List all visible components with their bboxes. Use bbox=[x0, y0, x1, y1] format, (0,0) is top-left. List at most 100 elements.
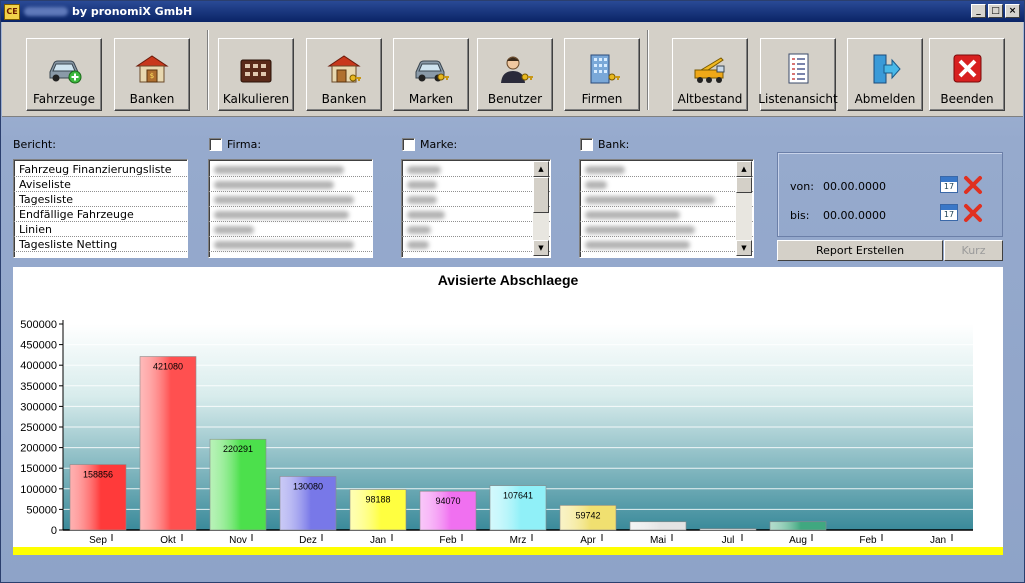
x-tick-label: Apr bbox=[580, 535, 596, 546]
user-key-icon bbox=[501, 56, 533, 83]
list-item[interactable] bbox=[402, 162, 550, 177]
scroll-up-button[interactable]: ▲ bbox=[736, 161, 752, 177]
firma-checkbox[interactable] bbox=[209, 138, 222, 151]
firma-label: Firma: bbox=[227, 138, 262, 151]
list-item[interactable]: Linien bbox=[14, 222, 187, 237]
list-item[interactable]: Tagesliste Netting bbox=[14, 237, 187, 252]
calendar-icon[interactable]: 17 bbox=[940, 176, 958, 193]
list-item[interactable] bbox=[209, 162, 372, 177]
x-tick-label: Jul bbox=[722, 535, 735, 546]
list-item[interactable] bbox=[580, 192, 753, 207]
list-item[interactable] bbox=[402, 177, 550, 192]
marke-list[interactable]: ▲ ▼ bbox=[401, 159, 551, 258]
bericht-list[interactable]: Fahrzeug Finanzierungsliste Aviseliste T… bbox=[13, 159, 188, 258]
firmen-button[interactable]: Firmen bbox=[564, 38, 640, 111]
report-erstellen-button[interactable]: Report Erstellen bbox=[777, 240, 943, 261]
list-item[interactable] bbox=[209, 207, 372, 222]
list-item[interactable]: Fahrzeug Finanzierungsliste bbox=[14, 162, 187, 177]
redacted-text bbox=[585, 181, 607, 189]
data-label: 421080 bbox=[153, 362, 183, 372]
list-item[interactable] bbox=[580, 162, 753, 177]
redacted-text bbox=[214, 211, 349, 219]
von-value: 00.00.0000 bbox=[823, 180, 886, 193]
y-tick-label: 500000 bbox=[20, 319, 57, 331]
banken-button[interactable]: $ Banken bbox=[114, 38, 190, 111]
title-bar[interactable]: CE by pronomiX GmbH _ □ × bbox=[1, 1, 1024, 22]
list-document-icon bbox=[788, 53, 809, 84]
listenansicht-button[interactable]: Listenansicht bbox=[758, 38, 838, 111]
redacted-text bbox=[214, 181, 334, 189]
logout-arrow-icon bbox=[873, 54, 901, 84]
redacted-text bbox=[585, 166, 625, 174]
clear-bis-icon[interactable] bbox=[963, 203, 983, 223]
abmelden-button[interactable]: Abmelden bbox=[847, 38, 923, 111]
kalkulieren-label: Kalkulieren bbox=[222, 92, 290, 106]
calendar-icon[interactable]: 17 bbox=[940, 204, 958, 221]
fahrzeuge-label: Fahrzeuge bbox=[33, 92, 95, 106]
list-item[interactable]: Endfällige Fahrzeuge bbox=[14, 207, 187, 222]
bank-scrollbar[interactable]: ▲ ▼ bbox=[736, 161, 752, 256]
data-label: 98188 bbox=[365, 495, 390, 505]
scroll-up-button[interactable]: ▲ bbox=[533, 161, 549, 177]
list-item[interactable] bbox=[209, 192, 372, 207]
x-tick-label: Mai bbox=[650, 535, 666, 546]
crane-truck-icon bbox=[694, 57, 725, 83]
abmelden-label: Abmelden bbox=[854, 92, 916, 106]
y-tick-label: 300000 bbox=[20, 401, 57, 413]
x-tick-label: Mrz bbox=[510, 535, 527, 546]
x-tick-label: Feb bbox=[859, 535, 877, 546]
bank-checkbox[interactable] bbox=[580, 138, 593, 151]
x-tick-label: Aug bbox=[789, 535, 807, 546]
marken-button[interactable]: Marken bbox=[393, 38, 469, 111]
marke-scrollbar[interactable]: ▲ ▼ bbox=[533, 161, 549, 256]
scroll-thumb[interactable] bbox=[736, 177, 752, 193]
data-label: 158856 bbox=[83, 470, 113, 480]
altbestand-button[interactable]: Altbestand bbox=[672, 38, 748, 111]
benutzer-button[interactable]: Benutzer bbox=[477, 38, 553, 111]
banken-verwalten-label: Banken bbox=[321, 92, 367, 106]
list-item[interactable] bbox=[402, 207, 550, 222]
list-item[interactable]: Tagesliste bbox=[14, 192, 187, 207]
listenansicht-label: Listenansicht bbox=[758, 92, 838, 106]
list-item[interactable] bbox=[209, 237, 372, 252]
data-label: 94070 bbox=[435, 496, 460, 506]
marken-label: Marken bbox=[408, 92, 454, 106]
minimize-button[interactable]: _ bbox=[971, 4, 986, 18]
y-tick-label: 50000 bbox=[26, 504, 57, 516]
svg-text:$: $ bbox=[150, 72, 154, 80]
firma-list[interactable] bbox=[208, 159, 373, 258]
list-item[interactable] bbox=[580, 222, 753, 237]
redacted-text bbox=[214, 166, 344, 174]
marke-checkbox[interactable] bbox=[402, 138, 415, 151]
beenden-label: Beenden bbox=[940, 92, 994, 106]
clear-von-icon[interactable] bbox=[963, 175, 983, 195]
bis-value: 00.00.0000 bbox=[823, 209, 886, 222]
fahrzeuge-button[interactable]: Fahrzeuge bbox=[26, 38, 102, 111]
bank-icon: $ bbox=[135, 55, 169, 83]
maximize-button[interactable]: □ bbox=[988, 4, 1003, 18]
y-tick-label: 250000 bbox=[20, 422, 57, 434]
list-item[interactable]: Aviseliste bbox=[14, 177, 187, 192]
scroll-down-button[interactable]: ▼ bbox=[736, 240, 752, 256]
list-item[interactable] bbox=[402, 192, 550, 207]
scroll-thumb[interactable] bbox=[533, 177, 549, 213]
list-item[interactable] bbox=[209, 177, 372, 192]
list-item[interactable] bbox=[580, 177, 753, 192]
redacted-text bbox=[407, 226, 431, 234]
y-tick-label: 0 bbox=[51, 525, 57, 537]
bank-list[interactable]: ▲ ▼ bbox=[579, 159, 754, 258]
kurz-button[interactable]: Kurz bbox=[944, 240, 1003, 261]
list-item[interactable] bbox=[209, 222, 372, 237]
y-tick-label: 150000 bbox=[20, 463, 57, 475]
scroll-down-button[interactable]: ▼ bbox=[533, 240, 549, 256]
close-button[interactable]: × bbox=[1005, 4, 1020, 18]
list-item[interactable] bbox=[402, 222, 550, 237]
list-item[interactable] bbox=[402, 237, 550, 252]
kalkulieren-button[interactable]: Kalkulieren bbox=[218, 38, 294, 111]
data-label: 107641 bbox=[503, 491, 533, 501]
beenden-button[interactable]: Beenden bbox=[929, 38, 1005, 111]
list-item[interactable] bbox=[580, 207, 753, 222]
list-item[interactable] bbox=[580, 237, 753, 252]
building-key-icon bbox=[590, 54, 620, 84]
banken-verwalten-button[interactable]: Banken bbox=[306, 38, 382, 111]
